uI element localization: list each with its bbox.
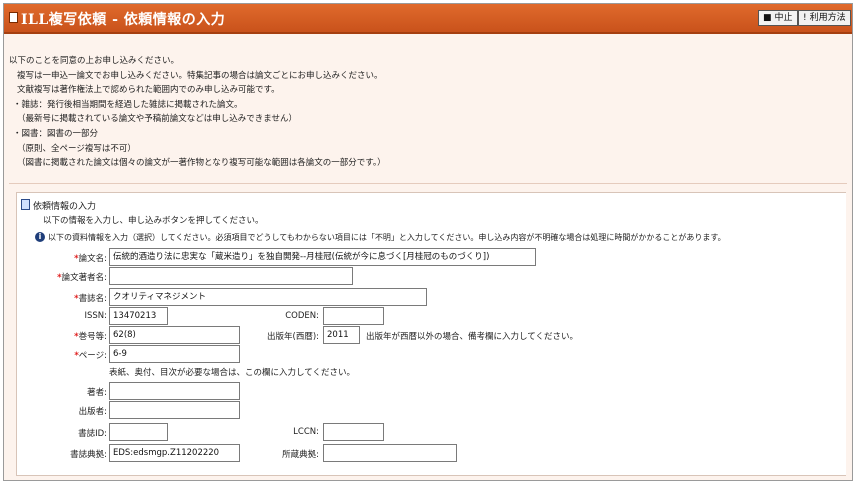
article-author-input[interactable] [109,267,353,285]
intro-line: 以下のことを同意の上お申し込みください。 [9,56,180,66]
pages-label: *ページ: [74,351,107,361]
bib-id-input[interactable] [109,423,168,441]
pub-year-label: 出版年(西暦): [267,332,319,342]
app-logo-icon [9,12,18,23]
page-title: ILL複写依頼 - 依頼情報の入力 [21,12,226,28]
lccn-input[interactable] [323,423,384,441]
publisher-input[interactable] [109,401,240,419]
article-author-label: *論文著者名: [57,273,107,283]
divider [9,183,847,184]
request-form-panel: 依頼情報の入力 以下の情報を入力し、申し込みボタンを押してください。 i 以下の… [16,192,846,476]
intro-line: 複写は一申込一論文でお申し込みください。特集記事の場合は論文ごとにお申し込みくだ… [17,70,383,81]
help-icon: ! [803,13,807,23]
pub-year-input[interactable]: 2011 [323,326,360,344]
window: ILL複写依頼 - 依頼情報の入力 ■ 中止 ! 利用方法 以下のことを同意の上お申… [3,3,853,481]
pub-year-note: 出版年が西暦以外の場合、備考欄に入力してください。 [366,332,578,342]
journal-title-label: *書誌名: [74,294,107,304]
issn-input[interactable]: 13470213 [109,307,168,325]
issn-label: ISSN: [84,311,107,321]
title-bar: ILL複写依頼 - 依頼情報の入力 ■ 中止 ! 利用方法 [4,4,852,34]
intro-line: （図書に掲載された論文は個々の論文が一著作物となり複写可能な範囲は各論文の一部分… [17,158,386,169]
help-button[interactable]: ! 利用方法 [798,10,851,26]
intro-line: 文献複写は著作権法上で認められた範囲内でのみ申し込み可能です。 [17,85,280,96]
holding-source-label: 所蔵典拠: [282,450,319,460]
intro-line: （原則、全ページ複写は不可） [17,143,136,154]
section-note: 以下の情報を入力し、申し込みボタンを押してください。 [43,216,264,226]
info-icon: i [35,232,45,242]
info-text: 以下の資料情報を入力（選択）してください。必須項目でどうしてもわからない項目には… [48,233,726,242]
volume-label: *巻号等: [74,332,107,342]
section-title: 依頼情報の入力 [33,202,97,212]
stop-icon: ■ [763,13,772,23]
intro-line: ・図書：図書の一部分 [13,128,99,139]
article-title-input[interactable]: 伝統的酒造り法に忠実な「蔵米造り」を独自開発--月桂冠(伝統が今に息づく[月桂冠… [109,248,536,266]
intro-line: ・雑誌：発行後相当期間を経過した雑誌に掲載された論文。 [13,99,243,110]
coden-label: CODEN: [285,311,319,321]
bib-source-label: 書誌典拠: [70,450,107,460]
publisher-label: 出版者: [78,407,107,417]
volume-input[interactable]: 62(8) [109,326,240,344]
article-title-label: *論文名: [74,254,107,264]
bib-source-input[interactable]: EDS:edsmgp.Z11202220 [109,444,240,462]
holding-source-input[interactable] [323,444,457,462]
pages-input[interactable]: 6-9 [109,345,240,363]
cancel-button[interactable]: ■ 中止 [758,10,798,26]
author-input[interactable] [109,382,240,400]
form-icon [21,199,30,210]
pages-note: 表紙、奥付、目次が必要な場合は、この欄に入力してください。 [109,368,355,378]
coden-input[interactable] [323,307,384,325]
lccn-label: LCCN: [293,427,319,437]
intro-text: 以下のことを同意の上お申し込みください。 複写は一申込一論文でお申し込みください… [9,54,386,171]
author-label: 著者: [87,388,107,398]
bib-id-label: 書誌ID: [78,429,107,439]
journal-title-input[interactable]: クオリティマネジメント [109,288,427,306]
intro-line: （最新号に掲載されている論文や予稿前論文などは申し込みできません） [17,114,297,125]
